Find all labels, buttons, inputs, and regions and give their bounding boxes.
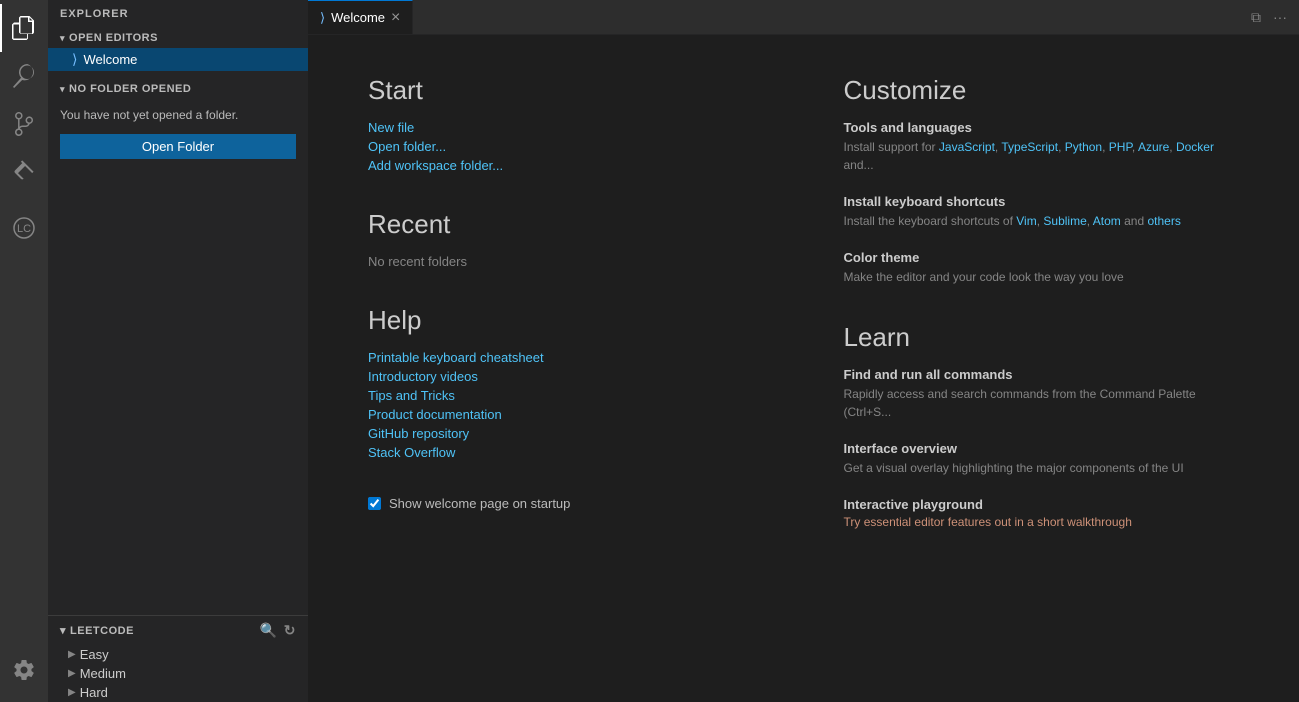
learn-interface-title[interactable]: Interface overview: [844, 441, 1240, 456]
customize-keyboard-item: Install keyboard shortcuts Install the k…: [844, 194, 1240, 230]
startup-checkbox[interactable]: [368, 497, 381, 510]
leetcode-label: Leetcode: [70, 625, 134, 637]
start-title: Start: [368, 75, 764, 106]
activity-bar: LC: [0, 0, 48, 702]
customize-section: Customize Tools and languages Install su…: [844, 75, 1240, 286]
product-docs-link[interactable]: Product documentation: [368, 407, 764, 422]
learn-commands-item: Find and run all commands Rapidly access…: [844, 367, 1240, 421]
sidebar-title: Explorer: [48, 0, 308, 28]
intro-videos-link[interactable]: Introductory videos: [368, 369, 764, 384]
no-folder-message: You have not yet opened a folder.: [60, 107, 296, 124]
tab-welcome[interactable]: ⟩ Welcome ×: [308, 0, 413, 34]
learn-title: Learn: [844, 322, 1240, 353]
stack-overflow-link[interactable]: Stack Overflow: [368, 445, 764, 460]
tab-welcome-icon: ⟩: [320, 10, 325, 26]
activity-bar-item-search[interactable]: [0, 52, 48, 100]
customize-title: Customize: [844, 75, 1240, 106]
vscode-icon: ⟩: [72, 51, 77, 68]
recent-title: Recent: [368, 209, 764, 240]
open-editors-label: Open Editors: [69, 32, 158, 44]
learn-playground-title[interactable]: Interactive playground: [844, 497, 1240, 512]
customize-theme-item: Color theme Make the editor and your cod…: [844, 250, 1240, 286]
split-editor-button[interactable]: ⧉: [1247, 5, 1265, 30]
open-editors-arrow: ▾: [60, 33, 65, 44]
welcome-content: Start New file Open folder... Add worksp…: [308, 35, 1299, 702]
learn-section: Learn Find and run all commands Rapidly …: [844, 322, 1240, 529]
tab-welcome-label: Welcome: [331, 10, 385, 25]
welcome-right: Customize Tools and languages Install su…: [844, 75, 1240, 662]
add-workspace-link[interactable]: Add workspace folder...: [368, 158, 764, 173]
tab-welcome-close[interactable]: ×: [391, 10, 400, 26]
no-folder-header[interactable]: ▾ No Folder Opened: [48, 79, 308, 99]
customize-tools-desc: Install support for JavaScript, TypeScri…: [844, 138, 1240, 174]
no-folder-label: No Folder Opened: [69, 83, 191, 95]
recent-section: Recent No recent folders: [368, 209, 764, 269]
help-section: Help Printable keyboard cheatsheet Intro…: [368, 305, 764, 460]
github-repo-link[interactable]: GitHub repository: [368, 426, 764, 441]
main-area: ⟩ Welcome × ⧉ ··· Start New file Open fo…: [308, 0, 1299, 702]
new-file-link[interactable]: New file: [368, 120, 764, 135]
customize-theme-desc: Make the editor and your code look the w…: [844, 268, 1240, 286]
activity-bar-item-extensions[interactable]: [0, 148, 48, 196]
no-recent-label: No recent folders: [368, 254, 764, 269]
svg-text:LC: LC: [17, 223, 31, 235]
leetcode-easy-label: Easy: [80, 647, 109, 662]
activity-bar-item-explorer[interactable]: [0, 4, 48, 52]
customize-theme-title[interactable]: Color theme: [844, 250, 1240, 265]
customize-keyboard-title[interactable]: Install keyboard shortcuts: [844, 194, 1240, 209]
open-editors-item-label: Welcome: [83, 52, 137, 67]
tips-tricks-link[interactable]: Tips and Tricks: [368, 388, 764, 403]
welcome-left: Start New file Open folder... Add worksp…: [368, 75, 764, 662]
leetcode-hard-item[interactable]: ▶ Hard: [48, 683, 308, 702]
learn-interface-desc: Get a visual overlay highlighting the ma…: [844, 459, 1240, 477]
open-folder-button[interactable]: Open Folder: [60, 134, 296, 159]
customize-tools-title[interactable]: Tools and languages: [844, 120, 1240, 135]
leetcode-header: ▾ Leetcode 🔍 ↻: [48, 616, 308, 645]
no-folder-arrow: ▾: [60, 84, 65, 95]
learn-playground-item: Interactive playground Try essential edi…: [844, 497, 1240, 529]
learn-interface-item: Interface overview Get a visual overlay …: [844, 441, 1240, 477]
tab-bar: ⟩ Welcome × ⧉ ···: [308, 0, 1299, 35]
leetcode-hard-label: Hard: [80, 685, 108, 700]
leetcode-section: ▾ Leetcode 🔍 ↻ ▶ Easy ▶ Medium ▶ Hard: [48, 615, 308, 702]
learn-commands-desc: Rapidly access and search commands from …: [844, 385, 1240, 421]
startup-checkbox-label[interactable]: Show welcome page on startup: [389, 496, 570, 511]
activity-bar-item-settings[interactable]: [0, 646, 48, 694]
activity-bar-item-leetcode[interactable]: LC: [0, 204, 48, 252]
leetcode-medium-label: Medium: [80, 666, 126, 681]
leetcode-refresh-icon[interactable]: ↻: [284, 622, 296, 639]
leetcode-medium-item[interactable]: ▶ Medium: [48, 664, 308, 683]
customize-keyboard-desc: Install the keyboard shortcuts of Vim, S…: [844, 212, 1240, 230]
learn-commands-title[interactable]: Find and run all commands: [844, 367, 1240, 382]
startup-checkbox-container: Show welcome page on startup: [368, 496, 764, 511]
no-folder-section: You have not yet opened a folder. Open F…: [48, 99, 308, 167]
help-title: Help: [368, 305, 764, 336]
activity-bar-item-source-control[interactable]: [0, 100, 48, 148]
more-actions-button[interactable]: ···: [1269, 5, 1291, 29]
customize-tools-item: Tools and languages Install support for …: [844, 120, 1240, 174]
open-editors-header[interactable]: ▾ Open Editors: [48, 28, 308, 48]
open-folder-link[interactable]: Open folder...: [368, 139, 764, 154]
keyboard-cheatsheet-link[interactable]: Printable keyboard cheatsheet: [368, 350, 764, 365]
leetcode-search-icon[interactable]: 🔍: [260, 622, 278, 639]
open-editors-item-welcome[interactable]: ⟩ Welcome: [48, 48, 308, 71]
leetcode-easy-item[interactable]: ▶ Easy: [48, 645, 308, 664]
learn-playground-desc[interactable]: Try essential editor features out in a s…: [844, 515, 1240, 529]
leetcode-arrow: ▾: [60, 624, 66, 637]
sidebar: Explorer ▾ Open Editors ⟩ Welcome ▾ No F…: [48, 0, 308, 702]
start-section: Start New file Open folder... Add worksp…: [368, 75, 764, 173]
tab-bar-actions: ⧉ ···: [1247, 0, 1299, 34]
